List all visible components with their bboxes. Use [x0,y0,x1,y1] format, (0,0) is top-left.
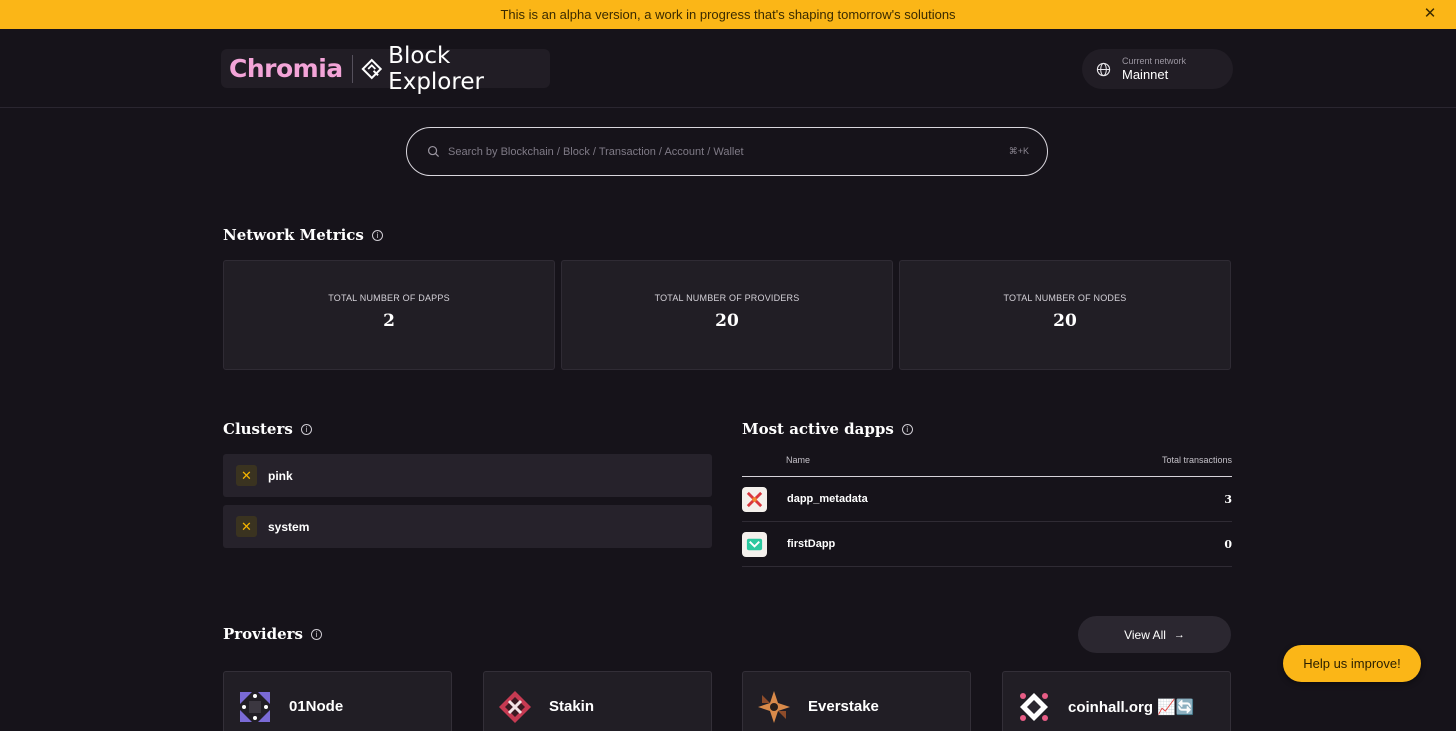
arrow-right-icon: → [1173,628,1185,641]
network-metrics-title: Network Metrics i [223,226,383,244]
column-header-transactions: Total transactions [1161,455,1232,465]
provider-01node-icon [238,690,272,724]
info-icon[interactable]: i [310,628,322,640]
search-bar[interactable]: ⌘+K [406,127,1048,176]
dapp-name: dapp_metadata [787,493,868,505]
column-header-name: Name [786,455,811,465]
view-all-button[interactable]: View All → [1078,616,1231,653]
dapp-avatar-icon [742,486,767,512]
clusters-heading: Clusters [223,420,293,438]
provider-card-coinhall[interactable]: coinhall.org 📈🔄 [1002,671,1231,731]
info-icon[interactable]: i [901,423,913,435]
dapp-avatar-icon [742,531,767,557]
provider-name: Stakin [549,698,595,715]
info-icon[interactable]: i [300,423,312,435]
table-row[interactable]: firstDapp 0 [742,522,1232,567]
cluster-x-icon: ✕ [236,465,257,486]
metric-card-dapps: TOTAL NUMBER OF DAPPS 2 [223,260,555,370]
dapp-name: firstDapp [787,538,836,550]
metric-card-providers: TOTAL NUMBER OF PROVIDERS 20 [561,260,893,370]
cluster-x-icon: ✕ [236,516,257,537]
logo-divider [351,54,353,83]
metric-label: TOTAL NUMBER OF NODES [1003,293,1127,303]
metric-value: 2 [383,311,395,331]
metric-card-nodes: TOTAL NUMBER OF NODES 20 [899,260,1231,370]
table-row[interactable]: dapp_metadata 3 [742,477,1232,522]
most-active-dapps-heading: Most active dapps [742,420,894,438]
search-icon [427,145,440,158]
metric-label: TOTAL NUMBER OF DAPPS [328,293,450,303]
close-icon[interactable]: ✕ [1422,6,1438,22]
info-icon[interactable]: i [371,229,383,241]
alpha-banner-text: This is an alpha version, a work in prog… [500,7,956,22]
most-active-dapps-title: Most active dapps i [742,420,913,438]
provider-stakin-icon [499,691,531,723]
dapp-transactions: 3 [1224,492,1232,506]
alpha-banner: This is an alpha version, a work in prog… [0,0,1456,29]
metric-value: 20 [715,311,739,331]
view-all-label: View All [1124,627,1166,642]
cluster-name: pink [268,468,293,483]
cluster-item-pink[interactable]: ✕ pink [223,454,712,497]
provider-name: 01Node [289,698,344,715]
cluster-item-system[interactable]: ✕ system [223,505,712,548]
providers-heading: Providers [223,625,303,643]
network-selector[interactable]: Current network Mainnet [1082,49,1233,89]
metric-value: 20 [1053,311,1077,331]
metric-label: TOTAL NUMBER OF PROVIDERS [654,293,800,303]
globe-icon [1096,62,1111,76]
provider-name: Everstake [808,698,879,715]
providers-title: Providers i [223,625,322,643]
network-value: Mainnet [1122,66,1169,82]
provider-card-everstake[interactable]: Everstake [742,671,971,731]
provider-card-stakin[interactable]: Stakin [483,671,712,731]
provider-name: coinhall.org 📈🔄 [1068,699,1195,716]
first-dapp-icon [746,538,763,550]
provider-everstake-icon [758,691,790,723]
provider-card-01node[interactable]: 01Node [223,671,452,731]
help-label: Help us improve! [1303,656,1401,671]
dapp-metadata-icon [746,491,763,507]
network-metrics-heading: Network Metrics [223,226,364,244]
provider-coinhall-icon [1020,693,1048,721]
header: Chromia Block Explorer Current network M… [0,29,1456,108]
network-label: Current network [1122,55,1187,66]
dapp-transactions: 0 [1224,537,1232,551]
clusters-title: Clusters i [223,420,312,438]
search-shortcut: ⌘+K [1008,146,1029,156]
brand-name: Chromia [229,54,343,83]
help-us-improve-button[interactable]: Help us improve! [1283,645,1421,682]
product-name: Block Explorer [388,42,484,95]
logo[interactable]: Chromia Block Explorer [221,43,550,95]
search-input[interactable] [448,145,1009,158]
cluster-name: system [268,519,310,534]
dapps-table-header: Name Total transactions [742,452,1232,477]
block-explorer-logo-icon [361,58,382,79]
